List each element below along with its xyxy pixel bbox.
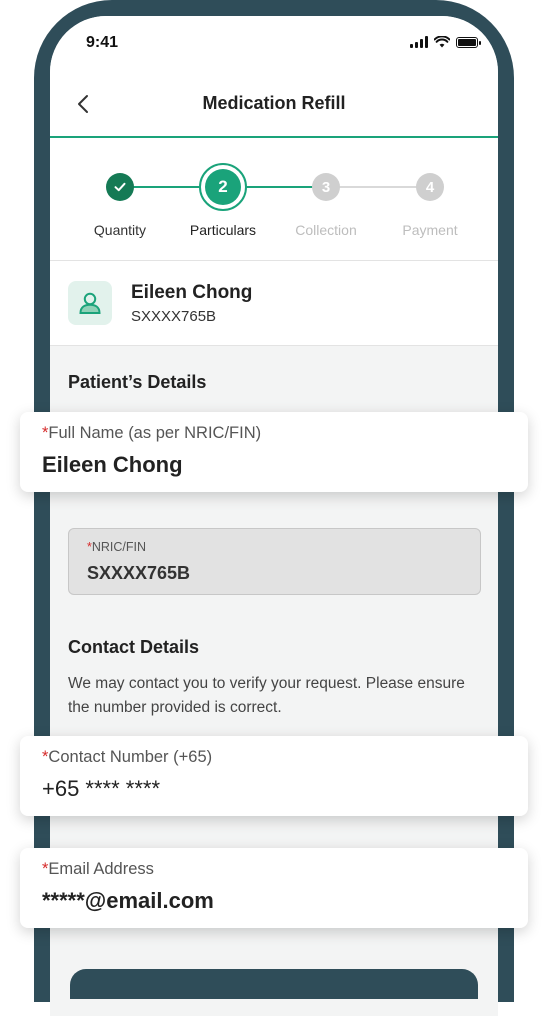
- step-3-label: Collection: [295, 222, 357, 238]
- step-1-label: Quantity: [93, 222, 147, 238]
- wifi-icon: [434, 36, 450, 48]
- bottom-panel: [70, 969, 478, 999]
- full-name-label-text: Full Name (as per NRIC/FIN): [48, 424, 262, 442]
- contact-details-heading: Contact Details: [68, 637, 200, 657]
- top-nav-bar: Medication Refill: [50, 76, 498, 138]
- battery-icon: [456, 36, 481, 48]
- nric-field-label: *NRIC/FIN: [87, 540, 146, 554]
- step-2-number: 2: [205, 169, 241, 205]
- step-3-number: 3: [312, 173, 340, 201]
- stepper-line-3: [326, 186, 430, 188]
- nric-field: *NRIC/FIN SXXXX765B: [68, 528, 481, 595]
- nric-label-text: NRIC/FIN: [91, 540, 147, 554]
- full-name-field[interactable]: *Full Name (as per NRIC/FIN) Eileen Chon…: [20, 412, 528, 492]
- status-time: 9:41: [86, 34, 119, 51]
- check-icon: [114, 182, 126, 192]
- patient-profile-card[interactable]: Eileen Chong SXXXX765B: [50, 261, 498, 346]
- progress-stepper: 2 3 4 Quantity Particulars Collection Pa…: [50, 138, 498, 261]
- contact-number-field[interactable]: *Contact Number (+65) +65 **** ****: [20, 736, 528, 816]
- step-1-complete[interactable]: [106, 173, 134, 201]
- step-4-number: 4: [416, 173, 444, 201]
- nric-value: SXXXX765B: [87, 563, 191, 583]
- step-2-label: Particulars: [189, 222, 257, 238]
- email-address-label: *Email Address: [42, 860, 154, 879]
- status-bar: 9:41: [50, 16, 498, 76]
- contact-number-label: *Contact Number (+65): [42, 748, 212, 767]
- contact-number-value[interactable]: +65 **** ****: [42, 776, 160, 802]
- contact-number-label-text: Contact Number (+65): [48, 748, 213, 766]
- contact-details-description: We may contact you to verify your reques…: [68, 675, 465, 716]
- email-address-field[interactable]: *Email Address *****@email.com: [20, 848, 528, 928]
- page-title: Medication Refill: [202, 93, 346, 113]
- email-address-label-text: Email Address: [48, 860, 154, 878]
- step-2-current-ring[interactable]: 2: [199, 163, 247, 211]
- signal-icon: [410, 36, 428, 48]
- user-avatar-icon: [68, 281, 112, 325]
- full-name-label: *Full Name (as per NRIC/FIN): [42, 424, 261, 443]
- patient-details-heading: Patient’s Details: [68, 372, 207, 392]
- status-icons: [410, 36, 481, 48]
- step-4-label: Payment: [402, 222, 458, 238]
- profile-name: Eileen Chong: [131, 282, 253, 303]
- email-address-value[interactable]: *****@email.com: [42, 888, 214, 914]
- full-name-value[interactable]: Eileen Chong: [42, 452, 183, 478]
- profile-id: SXXXX765B: [131, 308, 217, 325]
